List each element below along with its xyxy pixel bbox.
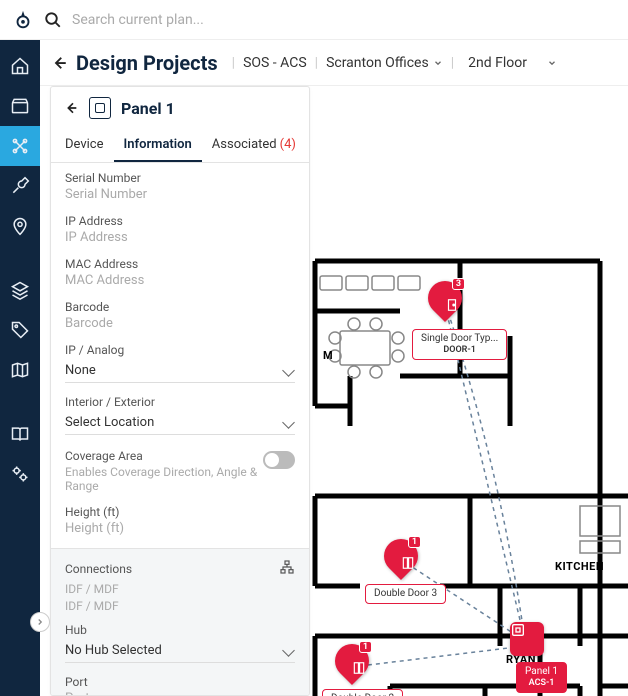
barcode-input[interactable]: Barcode	[65, 316, 295, 331]
breadcrumb-location[interactable]: Scranton Offices	[326, 55, 443, 71]
panel-title: Panel 1	[121, 99, 175, 118]
nav-wrench[interactable]	[0, 166, 40, 206]
chevron-down-icon	[433, 58, 443, 68]
panel-back-icon[interactable]	[63, 100, 79, 116]
coverage-toggle[interactable]	[263, 451, 295, 469]
tab-associated[interactable]: Associated(4)	[202, 129, 306, 162]
serial-label: Serial Number	[65, 171, 295, 185]
marker-double-door-2[interactable]: 1	[335, 644, 369, 686]
app-logo-icon	[12, 9, 34, 31]
hub-label: Hub	[65, 623, 295, 637]
tab-device[interactable]: Device	[55, 129, 114, 162]
mac-input[interactable]: MAC Address	[65, 273, 295, 288]
room-label: KITCHEN	[555, 560, 604, 573]
ipanalog-label: IP / Analog	[65, 343, 295, 357]
breadcrumb-project[interactable]: SOS - ACS	[243, 55, 307, 71]
port-label: Port	[65, 675, 295, 689]
nav-tag[interactable]	[0, 310, 40, 350]
idf-label: IDF / MDF	[51, 581, 309, 598]
breadcrumb-back-icon[interactable]	[50, 54, 68, 72]
breadcrumb-floor[interactable]: 2nd Floor	[468, 55, 557, 71]
height-label: Height (ft)	[65, 505, 295, 519]
marker-single-door[interactable]: 3	[428, 281, 462, 323]
nav-settings[interactable]	[0, 454, 40, 494]
nav-expand-button[interactable]	[30, 612, 50, 632]
marker-panel-1[interactable]	[510, 622, 544, 664]
breadcrumb: Design Projects | SOS - ACS | Scranton O…	[40, 40, 628, 86]
left-nav	[0, 40, 40, 696]
network-icon	[279, 559, 295, 579]
intext-select[interactable]: Select Location	[65, 411, 295, 435]
hub-select[interactable]: No Hub Selected	[65, 639, 295, 663]
page-title: Design Projects	[76, 51, 218, 75]
nav-design[interactable]	[0, 126, 40, 166]
coverage-hint: Enables Coverage Direction, Angle & Rang…	[65, 465, 263, 493]
nav-map[interactable]	[0, 350, 40, 390]
chevron-down-icon	[547, 58, 557, 68]
connections-label: Connections	[65, 562, 132, 576]
coverage-label: Coverage Area	[65, 449, 263, 463]
ip-input[interactable]: IP Address	[65, 230, 295, 245]
ip-label: IP Address	[65, 214, 295, 228]
properties-panel: Panel 1 Device Information Associated(4)…	[50, 86, 310, 696]
marker-label-double-door-3[interactable]: Double Door 3	[365, 584, 446, 604]
ipanalog-select[interactable]: None	[65, 359, 295, 383]
nav-home[interactable]	[0, 46, 40, 86]
room-label: M	[323, 349, 333, 362]
port-input[interactable]: Port	[65, 691, 295, 695]
search-icon[interactable]	[44, 11, 62, 29]
marker-label-panel-1[interactable]: Panel 1 ACS-1	[516, 662, 567, 693]
barcode-label: Barcode	[65, 300, 295, 314]
nav-location[interactable]	[0, 206, 40, 246]
mac-label: MAC Address	[65, 257, 295, 271]
marker-label-double-door-2[interactable]: Double Door 2	[322, 689, 403, 696]
nav-book[interactable]	[0, 414, 40, 454]
height-input[interactable]: Height (ft)	[65, 521, 295, 536]
marker-label-single-door[interactable]: Single Door Typ... DOOR-1	[412, 329, 507, 360]
panel-type-icon	[89, 97, 111, 119]
nav-layers[interactable]	[0, 270, 40, 310]
tab-information[interactable]: Information	[114, 129, 202, 162]
marker-double-door-3[interactable]: 1	[384, 539, 418, 581]
search-input[interactable]	[72, 12, 372, 28]
nav-archive[interactable]	[0, 86, 40, 126]
serial-input[interactable]: Serial Number	[65, 187, 295, 202]
idf-input[interactable]: IDF / MDF	[51, 598, 309, 615]
intext-label: Interior / Exterior	[65, 395, 295, 409]
